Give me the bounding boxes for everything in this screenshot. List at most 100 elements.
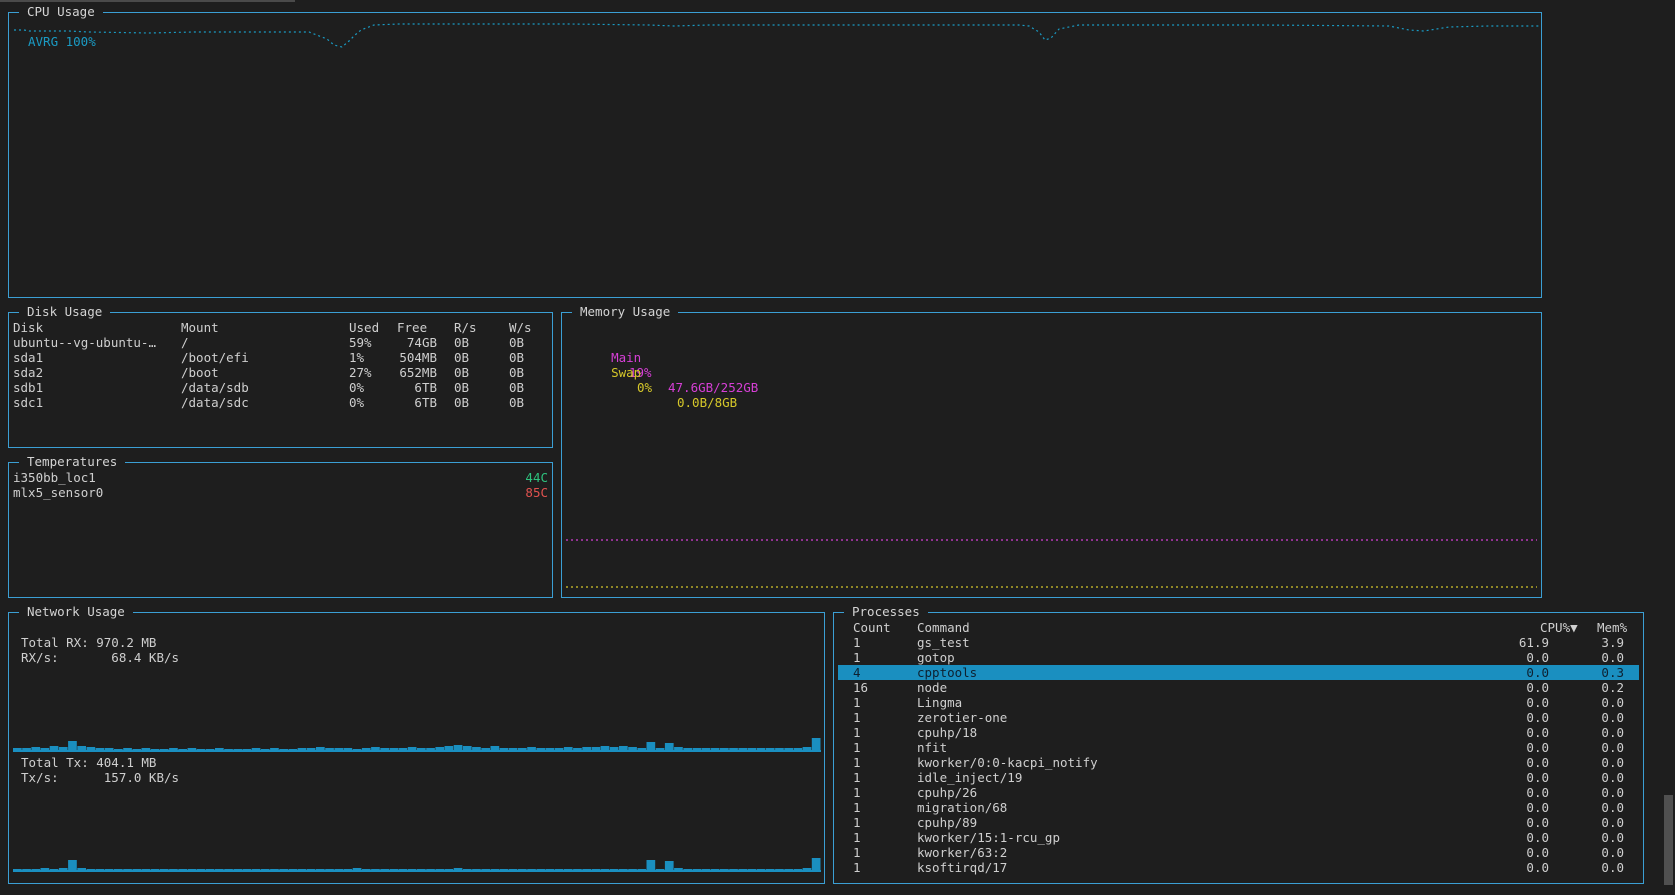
network-tx-rate: Tx/s: 157.0 KB/s (21, 770, 180, 785)
network-tx-bar (343, 869, 353, 871)
disk-cell-rs: 0B (454, 395, 470, 410)
process-col-cpu[interactable]: CPU%▼ (1540, 620, 1578, 635)
network-tx-bar (196, 869, 206, 871)
network-rx-bar (444, 746, 454, 751)
process-row[interactable]: 1 nfit 0.0 0.0 (838, 740, 1639, 755)
process-row[interactable]: 1 migration/68 0.0 0.0 (838, 800, 1639, 815)
network-tx-bar (692, 869, 702, 871)
disk-cell-free: 652MB (399, 365, 437, 380)
process-col-command[interactable]: Command (917, 620, 970, 635)
scrollbar-thumb[interactable] (1664, 795, 1673, 885)
network-rx-bar (554, 748, 564, 751)
window-scrollbar[interactable] (1661, 0, 1675, 895)
temperature-sensor-name: i350bb_loc1 (13, 470, 96, 485)
disk-col-mount: Mount (181, 320, 219, 335)
process-row[interactable]: 1 zerotier-one 0.0 0.0 (838, 710, 1639, 725)
network-tx-bar (325, 869, 334, 871)
network-rx-bar (325, 748, 334, 751)
process-command: node (917, 680, 948, 695)
disk-cell-ws: 0B (509, 350, 525, 365)
process-count: 1 (853, 740, 861, 755)
network-rx-bar (132, 749, 142, 751)
process-row[interactable]: 1 cpuhp/18 0.0 0.0 (838, 725, 1639, 740)
network-rx-bar (159, 749, 169, 751)
process-row[interactable]: 1 cpuhp/26 0.0 0.0 (838, 785, 1639, 800)
network-tx-bar (114, 869, 123, 871)
disk-row: sda1/boot/efi 1% 504MB 0B 0B (9, 350, 552, 365)
process-count: 1 (853, 800, 861, 815)
process-command: Lingma (917, 695, 963, 710)
process-row[interactable]: 1 kworker/15:1-rcu_gp 0.0 0.0 (838, 830, 1639, 845)
network-tx-bar (68, 860, 77, 871)
process-row[interactable]: 1 gotop 0.0 0.0 (838, 650, 1639, 665)
disk-cell-mount: / (181, 335, 189, 350)
network-tx-bar (58, 868, 68, 871)
network-rx-bar (150, 749, 160, 751)
network-rx-bar (536, 748, 546, 751)
disk-cell-used: 1% (349, 350, 365, 365)
disk-usage-panel: Disk Usage Disk Mount Used Free R/s W/s … (8, 304, 553, 448)
network-tx-bar (655, 869, 665, 871)
process-command: gotop (917, 650, 955, 665)
network-rx-bar (481, 748, 490, 751)
processes-panel[interactable]: Processes Count Command CPU%▼ Mem% 1 gs_t… (833, 604, 1644, 884)
process-cpu: 0.0 (1526, 725, 1549, 740)
network-rx-bar (664, 743, 674, 751)
process-col-mem[interactable]: Mem% (1597, 620, 1627, 635)
temperature-row: i350bb_loc1 44C (9, 470, 552, 485)
network-rx-bar (141, 748, 151, 751)
process-count: 4 (853, 665, 861, 680)
network-rx-bar (435, 747, 445, 751)
process-row[interactable]: 1 gs_test 61.9 3.9 (838, 635, 1639, 650)
network-rx-bar (334, 748, 344, 751)
disk-usage-title: Disk Usage (19, 304, 111, 320)
network-rx-bar (747, 748, 757, 751)
process-cpu: 0.0 (1526, 860, 1549, 875)
process-col-count[interactable]: Count (853, 620, 891, 635)
process-row[interactable]: 1 cpuhp/89 0.0 0.0 (838, 815, 1639, 830)
disk-col-used: Used (349, 320, 380, 335)
temperatures-title: Temperatures (19, 454, 126, 470)
disk-col-free: Free (397, 320, 428, 335)
disk-cell-free: 6TB (414, 380, 437, 395)
network-rx-bar (453, 745, 463, 751)
network-tx-bar (573, 869, 582, 871)
disk-row: sdb1/data/sdb 0% 6TB 0B 0B (9, 380, 552, 395)
network-tx-bar (288, 869, 298, 871)
network-tx-bar (619, 869, 628, 871)
network-rx-bar (609, 747, 619, 751)
network-tx-bar (417, 869, 426, 871)
network-tx-bar (582, 869, 591, 871)
network-tx-bar (380, 869, 389, 871)
network-tx-bar (554, 869, 564, 871)
network-tx-bar (481, 869, 490, 871)
temperature-row: mlx5_sensor0 85C (9, 485, 552, 500)
process-row[interactable]: 1 idle_inject/19 0.0 0.0 (838, 770, 1639, 785)
process-row[interactable]: 1 kworker/63:2 0.0 0.0 (838, 845, 1639, 860)
network-rx-bar (270, 748, 279, 751)
disk-cell-used: 0% (349, 395, 365, 410)
network-rx-bar (215, 748, 224, 751)
network-tx-bar (49, 869, 59, 871)
process-cpu: 0.0 (1526, 755, 1549, 770)
network-tx-bar (260, 869, 270, 871)
network-tx-bar (251, 869, 261, 871)
network-rx-bar (242, 749, 252, 751)
disk-col-ws: W/s (509, 320, 532, 335)
network-rx-bar (40, 748, 50, 751)
process-row[interactable]: 1 Lingma 0.0 0.0 (838, 695, 1639, 710)
process-row[interactable]: 16 node 0.0 0.2 (838, 680, 1639, 695)
network-tx-bar (738, 869, 748, 871)
process-count: 1 (853, 725, 861, 740)
process-row-selected[interactable]: 4 cpptools 0.0 0.3 (838, 665, 1639, 680)
network-tx-total: Total Tx: 404.1 MB (21, 755, 157, 770)
network-rx-bar (49, 746, 59, 751)
process-row[interactable]: 1 kworker/0:0-kacpi_notify 0.0 0.0 (838, 755, 1639, 770)
process-row[interactable]: 1 ksoftirqd/17 0.0 0.0 (838, 860, 1639, 875)
network-tx-bar (141, 869, 151, 871)
process-command: idle_inject/19 (917, 770, 1023, 785)
disk-cell-name: sdb1 (13, 380, 44, 395)
network-rx-bar (490, 746, 500, 751)
disk-cell-ws: 0B (509, 380, 525, 395)
network-tx-bar (297, 869, 307, 871)
